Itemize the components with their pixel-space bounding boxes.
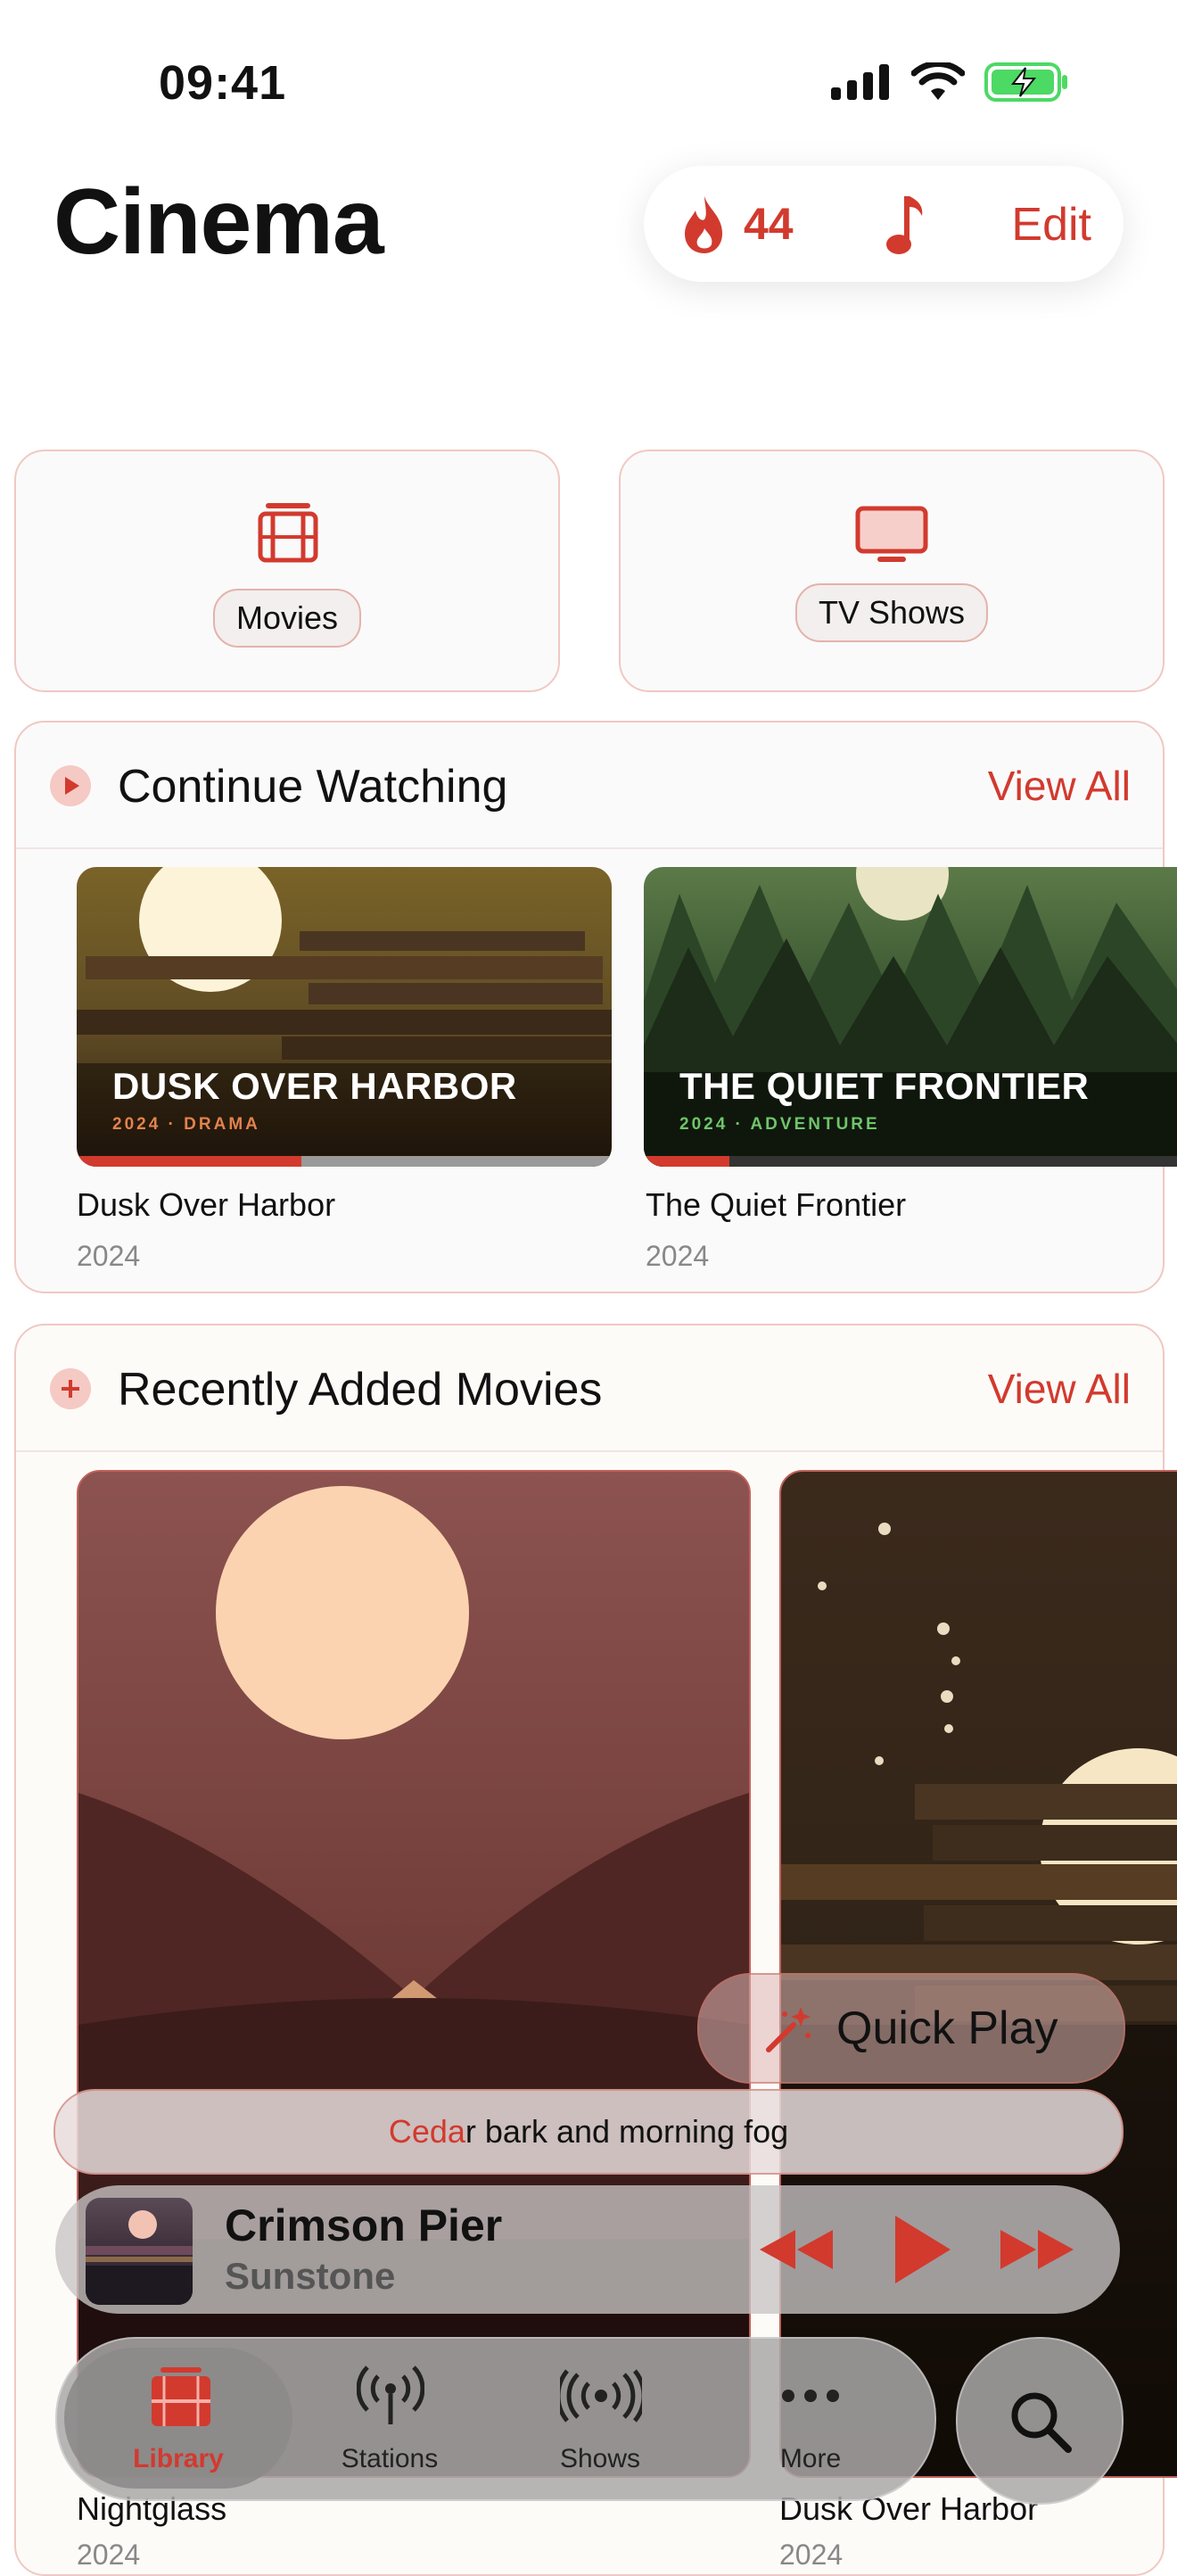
item-year: 2024	[779, 2539, 844, 2571]
section-title: Continue Watching	[118, 761, 508, 813]
now-playing-title: Crimson Pier	[225, 2200, 503, 2250]
tab-label: Library	[133, 2444, 224, 2473]
now-playing-artist: Sunstone	[225, 2255, 396, 2297]
tab-stations[interactable]: Stations	[287, 2339, 492, 2499]
poster-meta: 2024 · ADVENTURE	[679, 1115, 880, 1134]
category-tvshows-label: TV Shows	[794, 583, 989, 642]
tab-label: Shows	[559, 2444, 641, 2473]
section-header: Continue Watching View All	[16, 722, 1163, 849]
battery-icon	[984, 62, 1067, 102]
item-year: 2024	[646, 1240, 710, 1272]
streak-count: 44	[744, 199, 794, 249]
tab-shows[interactable]: Shows	[498, 2339, 703, 2499]
category-movies-label: Movies	[212, 589, 362, 648]
tab-more[interactable]: More	[708, 2339, 913, 2499]
broadcast-icon	[560, 2369, 642, 2423]
quick-play-button[interactable]: Quick Play	[697, 1973, 1125, 2084]
album-art[interactable]	[86, 2198, 193, 2305]
search-icon	[1011, 2392, 1072, 2453]
lyric-rest: r bark and morning fog	[465, 2113, 789, 2150]
progress-track	[77, 1156, 612, 1167]
tv-icon	[855, 506, 928, 562]
tab-label: Stations	[341, 2444, 439, 2473]
category-tvshows-card[interactable]: TV Shows	[619, 450, 1165, 692]
lyric-bar[interactable]: Cedar bark and morning fog	[54, 2089, 1124, 2175]
edit-button[interactable]: Edit	[1011, 198, 1091, 252]
mini-player[interactable]: Crimson Pier Sunstone	[55, 2185, 1120, 2314]
progress-fill	[77, 1156, 301, 1167]
recently-added-poster[interactable]	[77, 1470, 751, 2478]
progress-fill	[644, 1156, 729, 1167]
music-note-icon[interactable]	[883, 193, 927, 257]
lyric-highlight: Ceda	[388, 2113, 465, 2150]
category-movies-card[interactable]: Movies	[14, 450, 560, 692]
view-all-link[interactable]: View All	[988, 1365, 1131, 1413]
continue-watching-poster[interactable]: THE QUIET FRONTIER 2024 · ADVENTURE	[644, 867, 1177, 1167]
progress-track	[644, 1156, 1177, 1167]
section-header: Recently Added Movies View All	[16, 1325, 1163, 1452]
poster-title: DUSK OVER HARBOR	[112, 1065, 517, 1107]
signal-icon	[831, 64, 889, 100]
item-year: 2024	[77, 1240, 141, 1272]
quick-play-label: Quick Play	[836, 2002, 1058, 2054]
poster-title: THE QUIET FRONTIER	[679, 1065, 1090, 1107]
antenna-icon	[357, 2365, 424, 2424]
page-title: Cinema	[54, 170, 384, 274]
wifi-icon	[911, 62, 965, 100]
status-icons	[829, 62, 1070, 102]
more-icon	[782, 2390, 839, 2402]
tab-label: More	[779, 2444, 842, 2473]
play-circle-icon	[50, 765, 91, 806]
fast-forward-icon[interactable]	[999, 2226, 1077, 2273]
plus-circle-icon	[50, 1368, 91, 1409]
continue-watching-poster[interactable]: DUSK OVER HARBOR 2024 · DRAMA	[77, 867, 612, 1167]
item-title[interactable]: Dusk Over Harbor	[77, 1186, 335, 1224]
film-icon	[152, 2367, 210, 2426]
rewind-icon[interactable]	[756, 2226, 835, 2273]
poster-meta: 2024 · DRAMA	[112, 1115, 260, 1134]
header-actions: 44 Edit	[644, 166, 1124, 282]
view-all-link[interactable]: View All	[988, 762, 1131, 810]
status-time: 09:41	[159, 56, 287, 110]
search-button[interactable]	[956, 2337, 1124, 2505]
item-title[interactable]: The Quiet Frontier	[646, 1186, 906, 1224]
tab-library[interactable]: Library	[64, 2348, 292, 2489]
section-title: Recently Added Movies	[118, 1364, 603, 1416]
play-icon[interactable]	[890, 2212, 954, 2287]
item-year: 2024	[77, 2539, 141, 2571]
magic-wand-icon	[766, 2007, 811, 2052]
tab-bar: Library Stations Shows More	[55, 2337, 936, 2501]
flame-icon[interactable]	[678, 193, 731, 257]
film-icon	[258, 503, 318, 563]
